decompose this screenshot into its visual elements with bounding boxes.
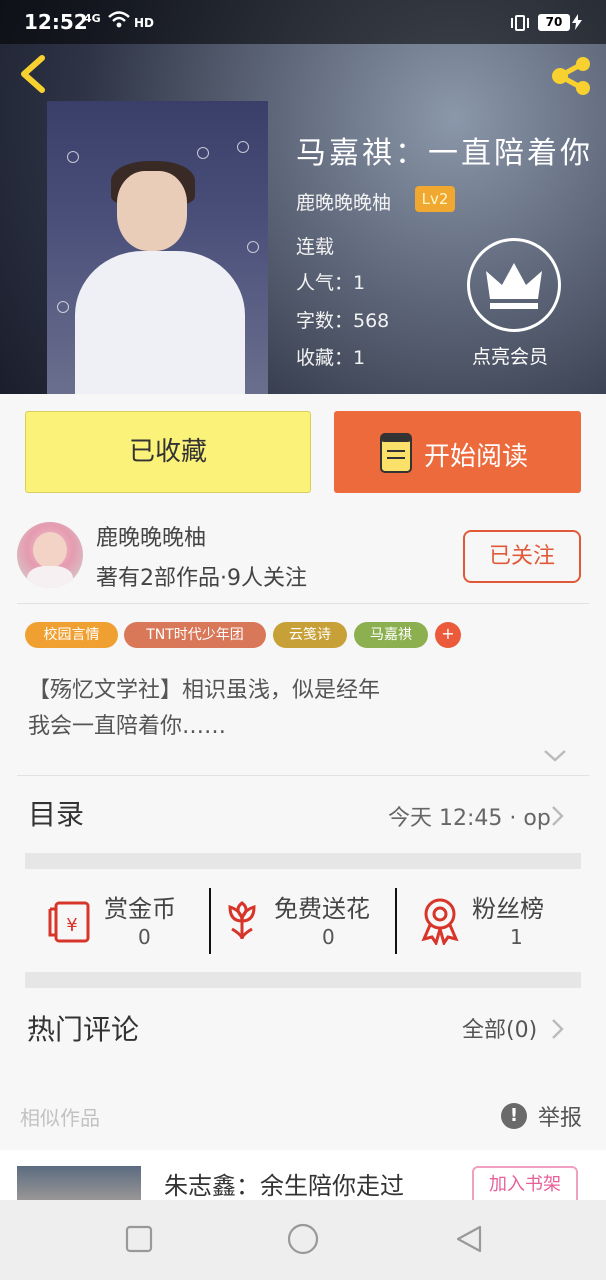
vertical-separator — [395, 888, 397, 954]
square-icon — [125, 1225, 153, 1253]
divider — [17, 775, 589, 776]
book-author[interactable]: 鹿晚晚晚柚 — [296, 188, 391, 215]
cover-figure-body — [75, 251, 245, 394]
svg-text:¥: ¥ — [66, 915, 77, 936]
similar-work-item[interactable]: 朱志鑫：余生陪你走过 加入书架 — [0, 1150, 606, 1200]
fan-ranking-label: 粉丝榜 — [472, 895, 544, 923]
reward-coins-label: 赏金币 — [104, 895, 176, 923]
add-to-shelf-button[interactable]: 加入书架 — [472, 1166, 578, 1200]
crown-icon — [486, 263, 542, 309]
similar-works-label: 相似作品 — [20, 1106, 100, 1130]
book-status: 连载 — [296, 236, 335, 258]
vip-label[interactable]: 点亮会员 — [472, 342, 548, 369]
intro-line-2: 我会一直陪着你…… — [28, 714, 227, 739]
book-cover[interactable] — [47, 101, 268, 394]
book-intro: 【殇忆文学社】相识虽浅，似是经年 我会一直陪着你…… — [28, 673, 568, 745]
chevron-right-icon[interactable] — [551, 1018, 565, 1040]
medal-icon — [421, 898, 459, 945]
book-word-count: 字数：568 — [296, 310, 390, 332]
chevron-right-icon[interactable] — [551, 805, 565, 827]
cover-bubble — [57, 301, 69, 313]
send-flower-label: 免费送花 — [274, 895, 370, 923]
red-envelope-icon: ¥ — [48, 901, 90, 943]
avatar-shirt — [27, 566, 73, 588]
author-row-stats: 著有2部作品·9人关注 — [96, 566, 307, 591]
expand-intro-icon[interactable] — [542, 748, 568, 764]
fan-ranking-count: 1 — [510, 925, 523, 949]
add-tag-button[interactable]: + — [435, 622, 461, 648]
flower-icon — [228, 901, 256, 940]
cover-figure-face — [117, 171, 187, 251]
triangle-back-icon — [456, 1225, 482, 1253]
battery-level: 70 — [538, 14, 570, 31]
vertical-separator — [209, 888, 211, 954]
tag-yunjianshi[interactable]: 云笺诗 — [273, 622, 347, 648]
catalog-latest-update[interactable]: 今天 12:45 · op — [388, 800, 551, 832]
catalog-label[interactable]: 目录 — [28, 793, 84, 833]
cover-bubble — [247, 241, 259, 253]
vibrate-icon — [508, 14, 532, 36]
divider — [17, 603, 589, 604]
share-button[interactable] — [548, 56, 594, 96]
author-level-badge: Lv2 — [415, 186, 455, 212]
intro-line-1: 【殇忆文学社】相识虽浅，似是经年 — [28, 678, 381, 703]
report-button[interactable]: 举报 — [538, 1100, 582, 1132]
all-comments-link[interactable]: 全部(0) — [462, 1012, 537, 1044]
author-row-name[interactable]: 鹿晚晚晚柚 — [96, 520, 206, 552]
book-header: 马嘉祺：一直陪着你 鹿晚晚晚柚 Lv2 连载 人气：1 字数：568 收藏：1 … — [0, 0, 606, 394]
recent-apps-button[interactable] — [124, 1224, 154, 1254]
section-separator — [25, 853, 581, 869]
follow-button[interactable]: 已关注 — [463, 530, 581, 583]
system-nav-bar — [0, 1200, 606, 1280]
reward-coins-button[interactable]: ¥ 赏金币 0 — [48, 885, 198, 957]
tag-majiaqi[interactable]: 马嘉祺 — [354, 622, 428, 648]
report-icon[interactable]: ! — [501, 1103, 527, 1129]
cover-bubble — [237, 141, 249, 153]
circle-icon — [287, 1223, 319, 1255]
cover-bubble — [197, 147, 209, 159]
charging-icon — [572, 14, 582, 34]
similar-work-title[interactable]: 朱志鑫：余生陪你走过 — [164, 1166, 404, 1200]
similar-work-cover[interactable] — [17, 1166, 141, 1200]
start-reading-button[interactable]: 开始阅读 — [334, 411, 581, 493]
fan-ranking-button[interactable]: 粉丝榜 1 — [420, 885, 570, 957]
home-button[interactable] — [286, 1222, 320, 1256]
status-bar: 12:52 4G HD 70 — [0, 0, 606, 44]
section-separator — [25, 972, 581, 988]
back-button[interactable] — [16, 54, 52, 94]
start-reading-label: 开始阅读 — [424, 442, 529, 472]
author-avatar[interactable] — [17, 522, 83, 588]
tag-tnt[interactable]: TNT时代少年团 — [124, 622, 266, 648]
book-title: 马嘉祺：一直陪着你 — [296, 136, 593, 171]
back-nav-button[interactable] — [454, 1224, 484, 1254]
tag-campus-romance[interactable]: 校园言情 — [25, 622, 118, 648]
network-indicator: 4G — [84, 12, 101, 25]
book-popularity: 人气：1 — [296, 272, 366, 294]
vip-crown-button[interactable] — [467, 238, 561, 332]
cover-bubble — [67, 151, 79, 163]
status-time: 12:52 — [24, 10, 88, 34]
hot-comments-label: 热门评论 — [27, 1013, 140, 1046]
send-flower-count: 0 — [322, 925, 335, 949]
share-icon — [552, 57, 590, 95]
avatar-face — [33, 532, 67, 568]
back-arrow-icon — [21, 55, 45, 93]
collected-button[interactable]: 已收藏 — [25, 411, 311, 493]
send-flower-button[interactable]: 免费送花 0 — [222, 885, 392, 957]
wifi-icon — [108, 10, 130, 35]
book-icon — [380, 433, 412, 473]
book-favorites: 收藏：1 — [296, 347, 366, 369]
reward-coins-count: 0 — [138, 925, 151, 949]
hd-indicator: HD — [134, 16, 155, 30]
